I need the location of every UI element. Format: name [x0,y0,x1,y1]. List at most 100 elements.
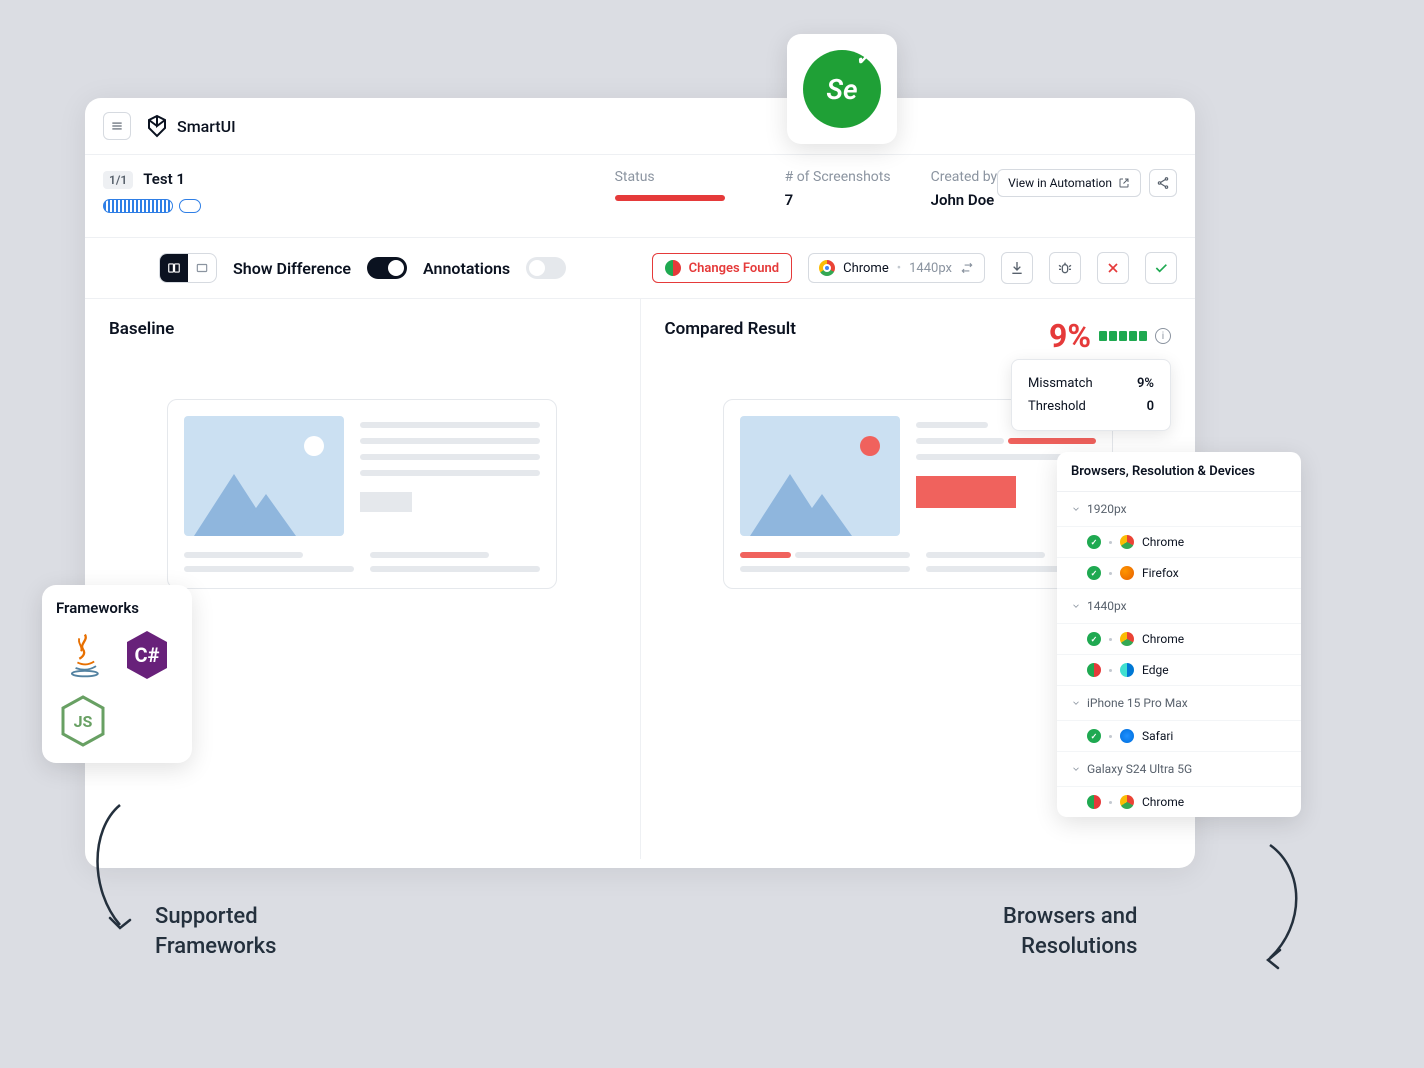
app-title: SmartUI [177,117,236,136]
severity-squares [1099,331,1147,341]
test-chip[interactable] [103,199,173,213]
selenium-badge: Se✓ [787,34,897,144]
logo: SmartUI [145,114,236,138]
mismatch-label: Missmatch [1028,376,1093,391]
chrome-icon [1120,535,1134,549]
download-button[interactable] [1001,252,1033,284]
browser-group-header[interactable]: Galaxy S24 Ultra 5G [1057,752,1301,787]
test-info: 1/1 Test 1 [103,169,591,213]
nodejs-icon: JS [56,693,110,749]
svg-text:JS: JS [74,712,93,731]
share-button[interactable] [1149,169,1177,197]
svg-text:C#: C# [135,643,160,667]
preview-image [740,416,900,536]
status-column: Status [615,169,725,201]
selenium-icon: Se✓ [803,50,881,128]
browser-group-header[interactable]: 1440px [1057,589,1301,624]
browsers-panel-title: Browsers, Resolution & Devices [1057,452,1301,492]
browser-name: Edge [1142,663,1169,677]
browser-name: Firefox [1142,566,1179,580]
info-icon[interactable]: i [1155,328,1171,344]
show-diff-toggle[interactable] [367,257,407,279]
resolution-value: 1440px [909,261,952,276]
status-icon [1087,729,1101,743]
percent-value: 9% [1049,317,1091,355]
csharp-icon: C# [120,627,174,683]
frameworks-grid: C# JS [56,627,178,749]
browser-row[interactable]: Edge [1057,655,1301,686]
screenshots-label: # of Screenshots [785,169,891,185]
edge-icon [1120,663,1134,677]
status-icon [1087,535,1101,549]
menu-button[interactable] [103,112,131,140]
changes-found-chip[interactable]: Changes Found [652,253,793,283]
annotations-label: Annotations [423,259,510,278]
status-icon [1087,632,1101,646]
baseline-preview [167,399,557,589]
browser-group-header[interactable]: iPhone 15 Pro Max [1057,686,1301,721]
view-mode-toggle [159,253,217,283]
annotations-toggle[interactable] [526,257,566,279]
browser-row[interactable]: Firefox [1057,558,1301,589]
safari-icon [1120,729,1134,743]
status-bar [615,195,725,201]
browser-resolution-chip[interactable]: Chrome • 1440px [808,253,985,283]
test-counter-badge: 1/1 [103,171,133,189]
threshold-value: 0 [1147,399,1154,414]
view-automation-button[interactable]: View in Automation [997,169,1141,197]
bug-button[interactable] [1049,252,1081,284]
chrome-icon [1120,795,1134,809]
test-name: Test 1 [143,170,185,188]
browser-name: Chrome [1142,795,1184,809]
view-automation-label: View in Automation [1008,176,1112,190]
view-mode-single[interactable] [188,254,216,282]
browser-row[interactable]: Chrome [1057,787,1301,817]
arrow-icon [1230,840,1320,970]
status-icon [1087,795,1101,809]
frameworks-card: Frameworks C# JS [42,585,192,763]
browser-row[interactable]: Chrome [1057,624,1301,655]
test-chip[interactable] [179,199,201,213]
browser-group-header[interactable]: 1920px [1057,492,1301,527]
java-icon [56,627,110,683]
browser-name: Chrome [1142,535,1184,549]
header-actions: View in Automation [997,169,1177,197]
mismatch-value: 9% [1137,376,1154,391]
status-icon [1087,566,1101,580]
browser-name: Chrome [843,261,889,276]
mismatch-tooltip: Missmatch 9% Threshold 0 [1011,359,1171,431]
toolbar: Show Difference Annotations Changes Foun… [85,238,1195,299]
reject-button[interactable] [1097,252,1129,284]
caption-frameworks: Supported Frameworks [155,902,276,961]
view-mode-split[interactable] [160,254,188,282]
baseline-title: Baseline [109,319,616,339]
test-chips [103,199,591,213]
status-label: Status [615,169,725,185]
arrow-icon [80,800,150,940]
baseline-pane: Baseline [85,299,641,859]
changes-found-label: Changes Found [689,261,780,276]
chrome-icon [819,260,835,276]
header-row: 1/1 Test 1 Status # of Screenshots 7 Cre… [85,155,1195,238]
screenshots-column: # of Screenshots 7 [785,169,891,209]
status-icon [1087,663,1101,677]
browser-name: Chrome [1142,632,1184,646]
show-diff-label: Show Difference [233,259,351,278]
preview-image [184,416,344,536]
created-label: Created by [931,169,998,185]
threshold-label: Threshold [1028,399,1086,414]
created-value: John Doe [931,191,998,209]
created-column: Created by John Doe [931,169,998,209]
browser-row[interactable]: Chrome [1057,527,1301,558]
mismatch-percent: 9% i [1049,317,1171,355]
compare-area: Baseline Compare [85,299,1195,859]
browser-row[interactable]: Safari [1057,721,1301,752]
frameworks-title: Frameworks [56,599,178,617]
main-window: SmartUI 1/1 Test 1 Status # of Screensho… [85,98,1195,868]
firefox-icon [1120,566,1134,580]
browser-name: Safari [1142,729,1173,743]
accept-button[interactable] [1145,252,1177,284]
chrome-icon [1120,632,1134,646]
screenshots-value: 7 [785,191,891,209]
caption-browsers: Browsers and Resolutions [1003,902,1137,961]
